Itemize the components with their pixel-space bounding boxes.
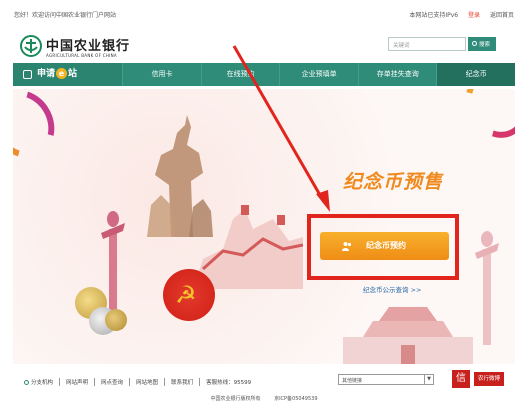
copyright-text: 中国农业银行版权所有 [210,396,261,402]
chevron-down-icon: ▼ [424,375,433,384]
footer-link-statement[interactable]: 网站声明 [60,378,96,386]
search-button-label: 搜索 [479,42,491,48]
nav-apply-e-station[interactable]: 申请 e 站 [13,63,124,86]
banner-headline: 纪念币预售 [343,171,444,193]
weibo-icon: 信 [452,370,470,388]
footer-link-branches-label: 分支机构 [31,380,54,386]
icp-number[interactable]: 京ICP备05049539 [274,396,317,402]
e-icon: e [56,68,68,79]
nav-credit-card[interactable]: 信用卡 [123,63,202,86]
search-area: 关键词 搜索 [388,37,496,51]
apply-icon [23,70,32,79]
coin-booking-button[interactable]: 纪念币预约 [320,232,449,260]
login-link[interactable]: 登录 [468,12,480,19]
copyright-line: 中国农业银行版权所有 京ICP备05049539 [0,395,528,402]
search-button[interactable]: 搜索 [468,37,496,51]
people-icon [342,242,352,251]
other-links-select-value: 其他链接 [342,378,363,384]
search-icon [472,41,477,46]
coin-booking-button-label: 纪念币预约 [366,241,406,250]
nav-brand-station: 站 [68,69,78,79]
huabiao-column-image [475,231,499,345]
bank-name-cn: 中国农业银行 [46,39,131,54]
footer-link-branches[interactable]: 分支机构 [18,378,61,386]
main-nav: 申请 e 站 信用卡 在线预约 企业预填单 存单挂失查询 纪念币 [13,63,516,86]
welcome-text: 您好！欢迎访问中国农业银行门户网站 [14,12,117,19]
other-links-select[interactable]: 其他链接 ▼ [338,374,434,385]
footer-link-contact[interactable]: 联系我们 [165,378,201,386]
abc-logo[interactable]: 中国农业银行 AGRICULTURAL BANK OF CHINA [20,33,150,63]
gold-coin-image [105,309,127,331]
ipv6-notice: 本网站已支持IPv6 [409,12,459,19]
home-link[interactable]: 返回首页 [490,12,514,19]
coin-public-query-link[interactable]: 纪念币公示查询 >> [363,284,421,294]
bank-name-en: AGRICULTURAL BANK OF CHINA [46,53,117,58]
nav-deposit-loss-query[interactable]: 存单挂失查询 [359,63,438,86]
footer: 分支机构 网站声明 网点查询 网站地图 联系我们 客服热线：95599 其他链接… [0,368,528,415]
abc-logo-icon [20,35,42,57]
promo-banner: ☭ 纪念币预售 纪念币预约 纪念币公示查询 >> [13,89,515,364]
footer-links: 分支机构 网站声明 网点查询 网站地图 联系我们 客服热线：95599 [18,378,257,386]
globe-icon [24,380,29,385]
tiananmen-gate-image [343,307,473,364]
weibo-link[interactable]: 信 农行微博 [452,370,504,388]
search-input[interactable]: 关键词 [388,37,466,51]
nav-commemorative-coin[interactable]: 纪念币 [437,63,516,86]
party-emblem-icon: ☭ [163,269,215,321]
top-links: 本网站已支持IPv6 登录 返回首页 [401,10,514,19]
nav-online-booking[interactable]: 在线预约 [202,63,281,86]
footer-link-sitemap[interactable]: 网站地图 [130,378,166,386]
top-bar: 您好！欢迎访问中国农业银行门户网站 本网站已支持IPv6 登录 返回首页 [0,0,528,30]
nav-brand-apply: 申请 [37,69,56,79]
great-wall-image [193,205,303,289]
footer-hotline: 客服热线：95599 [206,380,252,386]
footer-link-branch-query[interactable]: 网点查询 [95,378,131,386]
weibo-label: 农行微博 [474,372,504,386]
nav-enterprise-form[interactable]: 企业预填单 [280,63,359,86]
